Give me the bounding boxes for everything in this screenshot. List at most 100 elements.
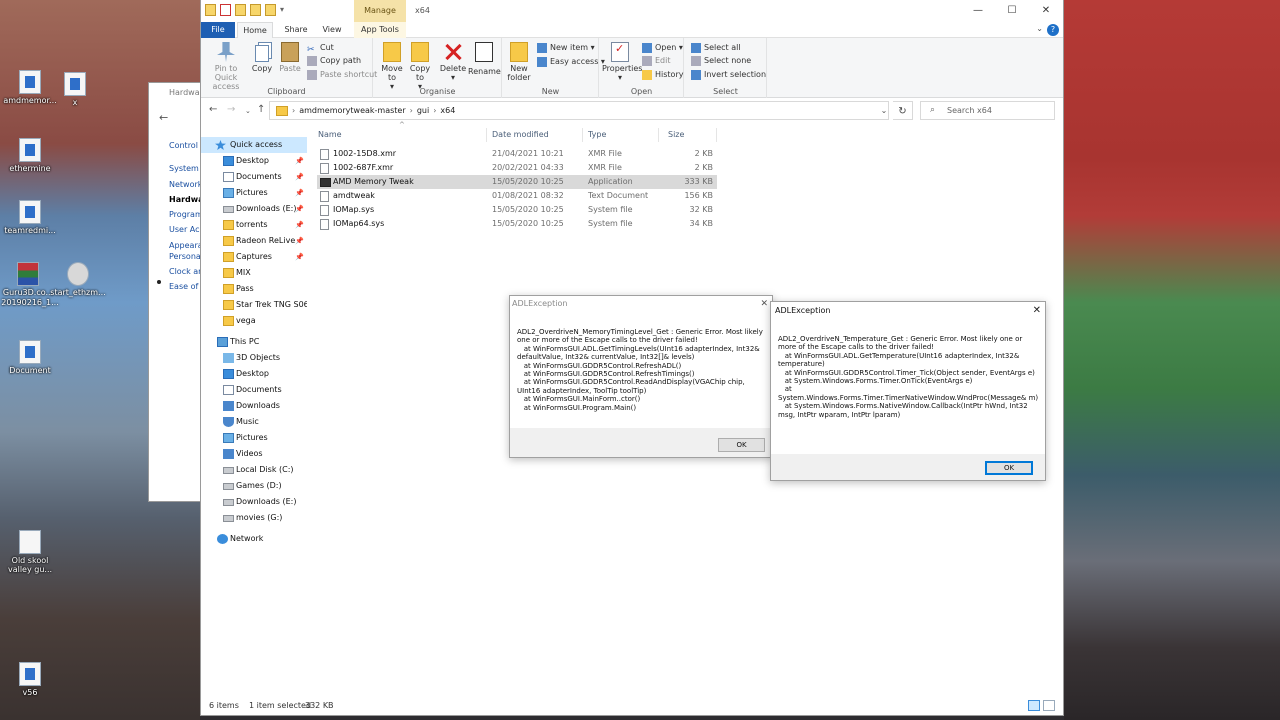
properties-icon[interactable] — [220, 4, 231, 16]
pin-to-quick-access-button[interactable]: Pin to Quick access — [203, 42, 249, 91]
ok-button[interactable]: OK — [718, 438, 765, 452]
desktop-icon[interactable]: Document — [0, 340, 60, 375]
nav-item[interactable]: Desktop — [201, 366, 307, 382]
folder-icon[interactable] — [250, 4, 261, 16]
nav-item[interactable]: Captures 📌 — [201, 249, 307, 265]
desktop-icon[interactable]: start_ethzm... — [48, 262, 108, 297]
help-icon[interactable]: ? — [1047, 24, 1059, 36]
table-row[interactable]: IOMap.sys 15/05/2020 10:25 System file 3… — [317, 203, 717, 217]
select-all-button[interactable]: Select all — [691, 41, 741, 55]
nav-this-pc[interactable]: This PC — [201, 334, 307, 350]
nav-item[interactable]: Local Disk (C:) — [201, 462, 307, 478]
back-arrow-icon[interactable]: ← — [159, 111, 168, 124]
nav-item[interactable]: movies (G:) — [201, 510, 307, 526]
nav-item[interactable]: Desktop 📌 — [201, 153, 307, 169]
nav-item[interactable]: torrents 📌 — [201, 217, 307, 233]
tab-home[interactable]: Home — [237, 22, 273, 38]
move-to-button[interactable]: Move to ▾ — [378, 42, 406, 91]
nav-item[interactable]: 3D Objects — [201, 350, 307, 366]
close-button[interactable]: ✕ — [1029, 0, 1063, 22]
nav-item[interactable]: Radeon ReLive 📌 — [201, 233, 307, 249]
breadcrumb-item[interactable]: x64 — [440, 106, 455, 115]
breadcrumb-item[interactable]: amdmemorytweak-master — [299, 106, 405, 115]
paste-shortcut-button[interactable]: Paste shortcut — [307, 68, 377, 82]
new-item-button[interactable]: New item ▾ — [537, 41, 595, 55]
edit-button[interactable]: Edit — [642, 54, 671, 68]
chevron-down-icon[interactable]: ⌄ — [1036, 24, 1043, 33]
nav-item[interactable]: vega — [201, 313, 307, 329]
table-row-selected[interactable]: AMD Memory Tweak 15/05/2020 10:25 Applic… — [317, 175, 717, 189]
close-icon[interactable]: ✕ — [760, 296, 768, 312]
copy-path-button[interactable]: Copy path — [307, 54, 361, 68]
large-icons-view-icon[interactable] — [1043, 700, 1055, 711]
tab-share[interactable]: Share — [279, 22, 313, 38]
lock-icon[interactable] — [265, 4, 276, 16]
properties-button[interactable]: Properties ▾ — [602, 42, 642, 82]
search-input[interactable]: ⌕ Search x64 — [920, 101, 1055, 120]
tab-view[interactable]: View — [315, 22, 349, 38]
desktop-icon[interactable]: teamredmi... — [0, 200, 60, 235]
easy-access-button[interactable]: Easy access ▾ — [537, 55, 605, 69]
desktop-icon[interactable]: 20190216_1... — [0, 298, 60, 307]
adl-exception-dialog-temperature[interactable]: ADLException ✕ ADL2_OverdriveN_Temperatu… — [770, 301, 1046, 481]
desktop-icon[interactable]: v56 — [0, 662, 60, 697]
nav-item[interactable]: Games (D:) — [201, 478, 307, 494]
nav-quick-access[interactable]: Quick access — [201, 137, 307, 153]
adl-exception-dialog-memory[interactable]: ADLException ✕ ADL2_OverdriveN_MemoryTim… — [509, 295, 773, 458]
nav-item[interactable]: Pictures 📌 — [201, 185, 307, 201]
nav-item[interactable]: Documents 📌 — [201, 169, 307, 185]
nav-item[interactable]: Music — [201, 414, 307, 430]
table-row[interactable]: IOMap64.sys 15/05/2020 10:25 System file… — [317, 217, 717, 231]
invert-selection-button[interactable]: Invert selection — [691, 68, 766, 82]
back-arrow-icon[interactable]: ← — [209, 104, 217, 115]
recent-locations-icon[interactable]: ⌄ — [245, 107, 251, 115]
desktop-icon[interactable]: x — [50, 72, 100, 107]
select-none-button[interactable]: Select none — [691, 54, 751, 68]
tab-file[interactable]: File — [201, 22, 235, 38]
forward-arrow-icon[interactable]: → — [227, 104, 235, 115]
maximize-button[interactable]: ☐ — [995, 0, 1029, 22]
new-folder-icon[interactable] — [235, 4, 246, 16]
open-button[interactable]: Open ▾ — [642, 41, 683, 55]
copy-to-button[interactable]: Copy to ▾ — [406, 42, 434, 91]
table-row[interactable]: 1002-687F.xmr 20/02/2021 04:33 XMR File … — [317, 161, 717, 175]
column-header-type[interactable]: Type — [587, 128, 659, 142]
history-button[interactable]: History — [642, 68, 683, 82]
nav-item[interactable]: Videos — [201, 446, 307, 462]
copy-button[interactable]: Copy — [249, 42, 275, 73]
ok-button[interactable]: OK — [985, 461, 1033, 475]
nav-item[interactable]: Documents — [201, 382, 307, 398]
customize-toolbar-icon[interactable]: ▾ — [280, 4, 284, 16]
refresh-icon[interactable]: ↻ — [893, 101, 913, 120]
control-panel-window[interactable]: Hardwa ← Control P System a Network Hard… — [148, 82, 208, 502]
nav-item[interactable]: Downloads — [201, 398, 307, 414]
rename-button[interactable]: Rename — [468, 42, 501, 76]
title-bar[interactable]: ▾ Manage x64 — ☐ ✕ — [201, 0, 1063, 22]
cut-button[interactable]: ✂ Cut — [307, 41, 334, 55]
details-view-icon[interactable] — [1028, 700, 1040, 711]
tab-app-tools[interactable]: App Tools — [354, 22, 406, 38]
new-folder-button[interactable]: New folder — [505, 42, 533, 82]
breadcrumb-item[interactable]: gui — [417, 106, 429, 115]
address-bar[interactable]: › amdmemorytweak-master › gui › x64 — [269, 101, 889, 120]
paste-button[interactable]: Paste — [277, 42, 303, 73]
nav-item[interactable]: Downloads (E:) 📌 — [201, 201, 307, 217]
chevron-down-icon[interactable]: ⌄ — [877, 103, 891, 119]
column-header-date[interactable]: Date modified — [491, 128, 583, 142]
desktop-icon[interactable]: Old skool valley gu... — [0, 530, 60, 574]
nav-item[interactable]: Pictures — [201, 430, 307, 446]
nav-item[interactable]: Downloads (E:) — [201, 494, 307, 510]
delete-button[interactable]: Delete ▾ — [438, 42, 468, 82]
nav-network[interactable]: Network — [201, 531, 307, 547]
up-arrow-icon[interactable]: ↑ — [257, 104, 265, 115]
table-row[interactable]: 1002-15D8.xmr 21/04/2021 10:21 XMR File … — [317, 147, 717, 161]
desktop-icon[interactable]: ethermine — [0, 138, 60, 173]
nav-item[interactable]: MIX — [201, 265, 307, 281]
column-header-size[interactable]: Size — [667, 128, 717, 142]
minimize-button[interactable]: — — [961, 0, 995, 22]
nav-item[interactable]: Star Trek TNG S06 10 — [201, 297, 307, 313]
table-row[interactable]: amdtweak 01/08/2021 08:32 Text Document … — [317, 189, 717, 203]
column-header-name[interactable]: Name — [317, 128, 487, 142]
nav-item[interactable]: Pass — [201, 281, 307, 297]
close-icon[interactable]: ✕ — [1033, 302, 1041, 320]
